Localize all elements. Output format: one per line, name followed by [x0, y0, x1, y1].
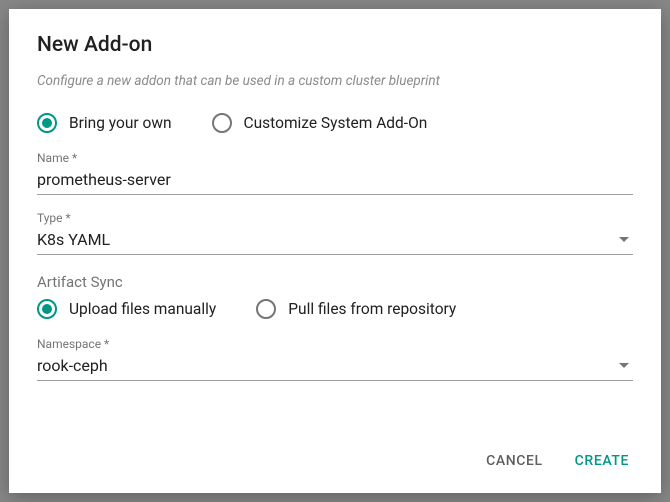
namespace-value: rook-ceph [37, 356, 619, 375]
chevron-down-icon [619, 237, 629, 242]
namespace-select[interactable]: rook-ceph [37, 353, 633, 381]
radio-label: Pull files from repository [288, 300, 456, 318]
type-select[interactable]: K8s YAML [37, 227, 633, 255]
radio-label: Customize System Add-On [244, 114, 428, 132]
radio-label: Upload files manually [69, 300, 216, 318]
radio-label: Bring your own [69, 114, 172, 132]
radio-icon [256, 299, 276, 319]
radio-upload-manually[interactable]: Upload files manually [37, 299, 216, 319]
chevron-down-icon [619, 363, 629, 368]
new-addon-dialog: New Add-on Configure a new addon that ca… [9, 9, 661, 493]
name-field-group: Name * [37, 151, 633, 195]
cancel-button[interactable]: Cancel [482, 445, 547, 477]
dialog-actions: Cancel Create [37, 433, 633, 477]
namespace-field-group: Namespace * rook-ceph [37, 337, 633, 381]
artifact-sync-radio-group: Upload files manually Pull files from re… [37, 299, 633, 319]
addon-mode-radio-group: Bring your own Customize System Add-On [37, 113, 633, 133]
namespace-label: Namespace * [37, 337, 633, 351]
radio-bring-your-own[interactable]: Bring your own [37, 113, 172, 133]
name-label: Name * [37, 151, 633, 165]
radio-customize-system[interactable]: Customize System Add-On [212, 113, 428, 133]
artifact-sync-label: Artifact Sync [37, 273, 633, 291]
type-field-group: Type * K8s YAML [37, 211, 633, 255]
create-button[interactable]: Create [571, 445, 633, 477]
radio-icon [212, 113, 232, 133]
dialog-title: New Add-on [37, 33, 633, 57]
radio-icon [37, 299, 57, 319]
radio-icon [37, 113, 57, 133]
radio-pull-from-repo[interactable]: Pull files from repository [256, 299, 456, 319]
type-label: Type * [37, 211, 633, 225]
dialog-subtitle: Configure a new addon that can be used i… [37, 73, 633, 89]
type-value: K8s YAML [37, 230, 619, 249]
name-input[interactable] [37, 170, 633, 189]
